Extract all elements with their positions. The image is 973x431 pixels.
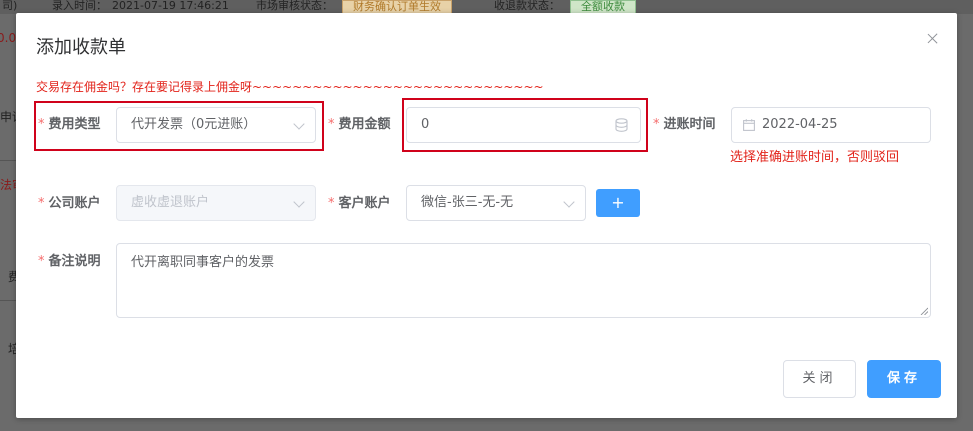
chevron-down-icon xyxy=(293,196,305,208)
entry-date-hint: 选择准确进账时间，否则驳回 xyxy=(730,150,900,165)
bg-entry-time-label: 录入时间： xyxy=(52,0,107,12)
entry-date-value: 2022-04-25 xyxy=(762,117,838,132)
entry-date-label: * 进账时间 xyxy=(653,117,716,132)
bg-entry-time: 2021-07-19 17:46:21 xyxy=(112,0,229,12)
calendar-icon xyxy=(743,119,755,131)
company-account-label: * 公司账户 xyxy=(38,196,101,211)
bg-divider xyxy=(0,160,16,161)
fee-amount-highlight xyxy=(402,98,648,152)
add-account-button[interactable]: + xyxy=(596,189,640,217)
bg-refund-status-badge: 全额收款 xyxy=(570,0,636,14)
company-account-placeholder: 虚收虚退账户 xyxy=(131,195,210,210)
company-account-select[interactable]: 虚收虚退账户 xyxy=(116,185,316,221)
remark-value: 代开离职同事客户的发票 xyxy=(131,255,275,270)
close-button[interactable]: 关闭 xyxy=(783,360,856,398)
chevron-down-icon xyxy=(563,196,575,208)
bg-market-status-badge: 财务确认订单生效 xyxy=(342,0,452,14)
dialog-title: 添加收款单 xyxy=(36,37,126,58)
remark-label: * 备注说明 xyxy=(38,254,101,269)
resize-handle-icon[interactable] xyxy=(920,307,928,315)
customer-account-value: 微信-张三-无-无 xyxy=(421,195,514,210)
remark-textarea[interactable]: 代开离职同事客户的发票 xyxy=(116,243,931,318)
background-header: 司) 录入时间： 2021-07-19 17:46:21 市场审核状态： 财务确… xyxy=(0,0,973,14)
bg-divider xyxy=(0,300,16,301)
commission-reminder: 交易存在佣金吗？存在要记得录上佣金呀~~~~~~~~~~~~~~~~~~~~~~… xyxy=(36,80,544,94)
add-receipt-dialog: 添加收款单 交易存在佣金吗？存在要记得录上佣金呀~~~~~~~~~~~~~~~~… xyxy=(16,13,957,418)
close-icon[interactable] xyxy=(925,31,941,47)
bg-top-left: 司) xyxy=(2,0,18,12)
bg-market-status-label: 市场审核状态： xyxy=(256,0,333,12)
bg-refund-status-label: 收退款状态： xyxy=(494,0,560,12)
entry-date-picker[interactable]: 2022-04-25 xyxy=(731,107,931,143)
fee-amount-label: * 费用金额 xyxy=(328,117,391,132)
save-button[interactable]: 保存 xyxy=(867,360,941,398)
fee-type-highlight xyxy=(34,101,324,151)
customer-account-select[interactable]: 微信-张三-无-无 xyxy=(406,185,586,221)
customer-account-label: * 客户账户 xyxy=(328,196,391,211)
